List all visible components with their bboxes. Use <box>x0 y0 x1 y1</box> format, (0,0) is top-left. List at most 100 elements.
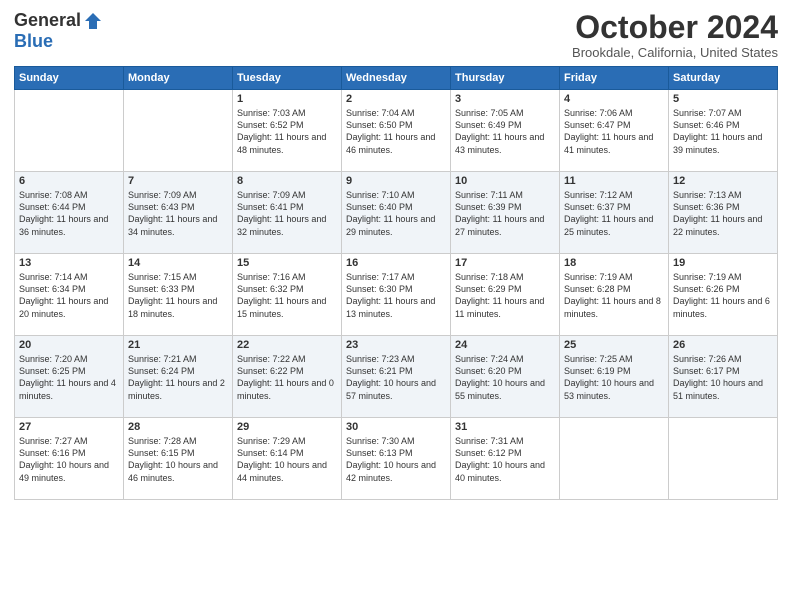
day-cell: 14 Sunrise: 7:15 AM Sunset: 6:33 PM Dayli… <box>124 254 233 336</box>
day-cell: 22 Sunrise: 7:22 AM Sunset: 6:22 PM Dayli… <box>233 336 342 418</box>
day-cell: 8Sunrise: 7:09 AM Sunset: 6:41 PM Daylig… <box>233 172 342 254</box>
day-cell: 19 Sunrise: 7:19 AM Sunset: 6:26 PM Dayli… <box>669 254 778 336</box>
week-row-1: 1Sunrise: 7:03 AM Sunset: 6:52 PM Daylig… <box>15 90 778 172</box>
day-number: 16 <box>346 257 446 269</box>
day-number: 15 <box>237 257 337 269</box>
day-cell: 10 Sunrise: 7:11 AM Sunset: 6:39 PM Dayli… <box>451 172 560 254</box>
week-row-5: 27Sunrise: 7:27 AM Sunset: 6:16 PM Dayli… <box>15 418 778 500</box>
title-section: October 2024 Brookdale, California, Unit… <box>572 10 778 60</box>
logo-text: General <box>14 10 103 31</box>
day-cell: 20Sunrise: 7:20 AM Sunset: 6:25 PM Dayli… <box>15 336 124 418</box>
day-info: Sunrise: 7:09 AM Sunset: 6:43 PM Dayligh… <box>128 189 228 238</box>
day-cell: 2Sunrise: 7:04 AM Sunset: 6:50 PM Daylig… <box>342 90 451 172</box>
day-info: Sunrise: 7:24 AM Sunset: 6:20 PM Dayligh… <box>455 353 555 402</box>
day-number: 29 <box>237 421 337 433</box>
day-info: Sunrise: 7:31 AM Sunset: 6:12 PM Dayligh… <box>455 435 555 484</box>
day-cell: 11 Sunrise: 7:12 AM Sunset: 6:37 PM Dayli… <box>560 172 669 254</box>
calendar-table: Sunday Monday Tuesday Wednesday Thursday… <box>14 66 778 500</box>
day-number: 26 <box>673 339 773 351</box>
col-saturday: Saturday <box>669 67 778 90</box>
day-info: Sunrise: 7:07 AM Sunset: 6:46 PM Dayligh… <box>673 107 773 156</box>
day-cell <box>15 90 124 172</box>
day-info: Sunrise: 7:25 AM Sunset: 6:19 PM Dayligh… <box>564 353 664 402</box>
day-info: Sunrise: 7:04 AM Sunset: 6:50 PM Dayligh… <box>346 107 446 156</box>
location: Brookdale, California, United States <box>572 45 778 60</box>
day-cell: 13Sunrise: 7:14 AM Sunset: 6:34 PM Dayli… <box>15 254 124 336</box>
day-number: 4 <box>564 93 664 105</box>
day-cell: 31 Sunrise: 7:31 AM Sunset: 6:12 PM Dayli… <box>451 418 560 500</box>
day-cell: 28 Sunrise: 7:28 AM Sunset: 6:15 PM Dayli… <box>124 418 233 500</box>
month-title: October 2024 <box>572 10 778 45</box>
day-cell: 30 Sunrise: 7:30 AM Sunset: 6:13 PM Dayli… <box>342 418 451 500</box>
day-cell <box>124 90 233 172</box>
day-cell: 23 Sunrise: 7:23 AM Sunset: 6:21 PM Dayli… <box>342 336 451 418</box>
day-number: 25 <box>564 339 664 351</box>
day-info: Sunrise: 7:13 AM Sunset: 6:36 PM Dayligh… <box>673 189 773 238</box>
day-info: Sunrise: 7:08 AM Sunset: 6:44 PM Dayligh… <box>19 189 119 238</box>
day-number: 8 <box>237 175 337 187</box>
day-info: Sunrise: 7:06 AM Sunset: 6:47 PM Dayligh… <box>564 107 664 156</box>
day-info: Sunrise: 7:30 AM Sunset: 6:13 PM Dayligh… <box>346 435 446 484</box>
col-tuesday: Tuesday <box>233 67 342 90</box>
logo-general: General <box>14 10 81 31</box>
day-number: 23 <box>346 339 446 351</box>
day-number: 28 <box>128 421 228 433</box>
day-number: 5 <box>673 93 773 105</box>
day-cell: 25 Sunrise: 7:25 AM Sunset: 6:19 PM Dayli… <box>560 336 669 418</box>
week-row-4: 20Sunrise: 7:20 AM Sunset: 6:25 PM Dayli… <box>15 336 778 418</box>
day-info: Sunrise: 7:22 AM Sunset: 6:22 PM Dayligh… <box>237 353 337 402</box>
day-number: 21 <box>128 339 228 351</box>
col-wednesday: Wednesday <box>342 67 451 90</box>
day-number: 11 <box>564 175 664 187</box>
day-number: 19 <box>673 257 773 269</box>
day-number: 9 <box>346 175 446 187</box>
day-cell: 5 Sunrise: 7:07 AM Sunset: 6:46 PM Daylig… <box>669 90 778 172</box>
day-info: Sunrise: 7:23 AM Sunset: 6:21 PM Dayligh… <box>346 353 446 402</box>
day-number: 7 <box>128 175 228 187</box>
day-number: 31 <box>455 421 555 433</box>
day-number: 22 <box>237 339 337 351</box>
day-number: 17 <box>455 257 555 269</box>
header: General Blue October 2024 Brookdale, Cal… <box>14 10 778 60</box>
day-info: Sunrise: 7:28 AM Sunset: 6:15 PM Dayligh… <box>128 435 228 484</box>
day-info: Sunrise: 7:10 AM Sunset: 6:40 PM Dayligh… <box>346 189 446 238</box>
day-info: Sunrise: 7:27 AM Sunset: 6:16 PM Dayligh… <box>19 435 119 484</box>
col-friday: Friday <box>560 67 669 90</box>
col-monday: Monday <box>124 67 233 90</box>
day-info: Sunrise: 7:15 AM Sunset: 6:33 PM Dayligh… <box>128 271 228 320</box>
week-row-3: 13Sunrise: 7:14 AM Sunset: 6:34 PM Dayli… <box>15 254 778 336</box>
day-number: 30 <box>346 421 446 433</box>
day-cell: 24Sunrise: 7:24 AM Sunset: 6:20 PM Dayli… <box>451 336 560 418</box>
day-info: Sunrise: 7:26 AM Sunset: 6:17 PM Dayligh… <box>673 353 773 402</box>
day-number: 1 <box>237 93 337 105</box>
day-info: Sunrise: 7:12 AM Sunset: 6:37 PM Dayligh… <box>564 189 664 238</box>
day-info: Sunrise: 7:19 AM Sunset: 6:26 PM Dayligh… <box>673 271 773 320</box>
day-cell: 7 Sunrise: 7:09 AM Sunset: 6:43 PM Daylig… <box>124 172 233 254</box>
day-info: Sunrise: 7:17 AM Sunset: 6:30 PM Dayligh… <box>346 271 446 320</box>
day-cell <box>560 418 669 500</box>
day-number: 6 <box>19 175 119 187</box>
col-sunday: Sunday <box>15 67 124 90</box>
day-cell: 15Sunrise: 7:16 AM Sunset: 6:32 PM Dayli… <box>233 254 342 336</box>
day-cell: 29 Sunrise: 7:29 AM Sunset: 6:14 PM Dayli… <box>233 418 342 500</box>
day-cell: 4 Sunrise: 7:06 AM Sunset: 6:47 PM Daylig… <box>560 90 669 172</box>
day-number: 10 <box>455 175 555 187</box>
logo: General Blue <box>14 10 103 52</box>
day-cell: 17 Sunrise: 7:18 AM Sunset: 6:29 PM Dayli… <box>451 254 560 336</box>
day-cell: 6 Sunrise: 7:08 AM Sunset: 6:44 PM Daylig… <box>15 172 124 254</box>
day-number: 14 <box>128 257 228 269</box>
day-number: 13 <box>19 257 119 269</box>
day-cell: 26 Sunrise: 7:26 AM Sunset: 6:17 PM Dayli… <box>669 336 778 418</box>
day-cell: 16 Sunrise: 7:17 AM Sunset: 6:30 PM Dayli… <box>342 254 451 336</box>
logo-icon <box>83 11 103 31</box>
day-cell <box>669 418 778 500</box>
day-info: Sunrise: 7:11 AM Sunset: 6:39 PM Dayligh… <box>455 189 555 238</box>
logo-blue: Blue <box>14 31 53 52</box>
week-row-2: 6 Sunrise: 7:08 AM Sunset: 6:44 PM Daylig… <box>15 172 778 254</box>
day-info: Sunrise: 7:18 AM Sunset: 6:29 PM Dayligh… <box>455 271 555 320</box>
day-number: 18 <box>564 257 664 269</box>
day-cell: 21Sunrise: 7:21 AM Sunset: 6:24 PM Dayli… <box>124 336 233 418</box>
day-info: Sunrise: 7:29 AM Sunset: 6:14 PM Dayligh… <box>237 435 337 484</box>
day-info: Sunrise: 7:19 AM Sunset: 6:28 PM Dayligh… <box>564 271 664 320</box>
col-thursday: Thursday <box>451 67 560 90</box>
